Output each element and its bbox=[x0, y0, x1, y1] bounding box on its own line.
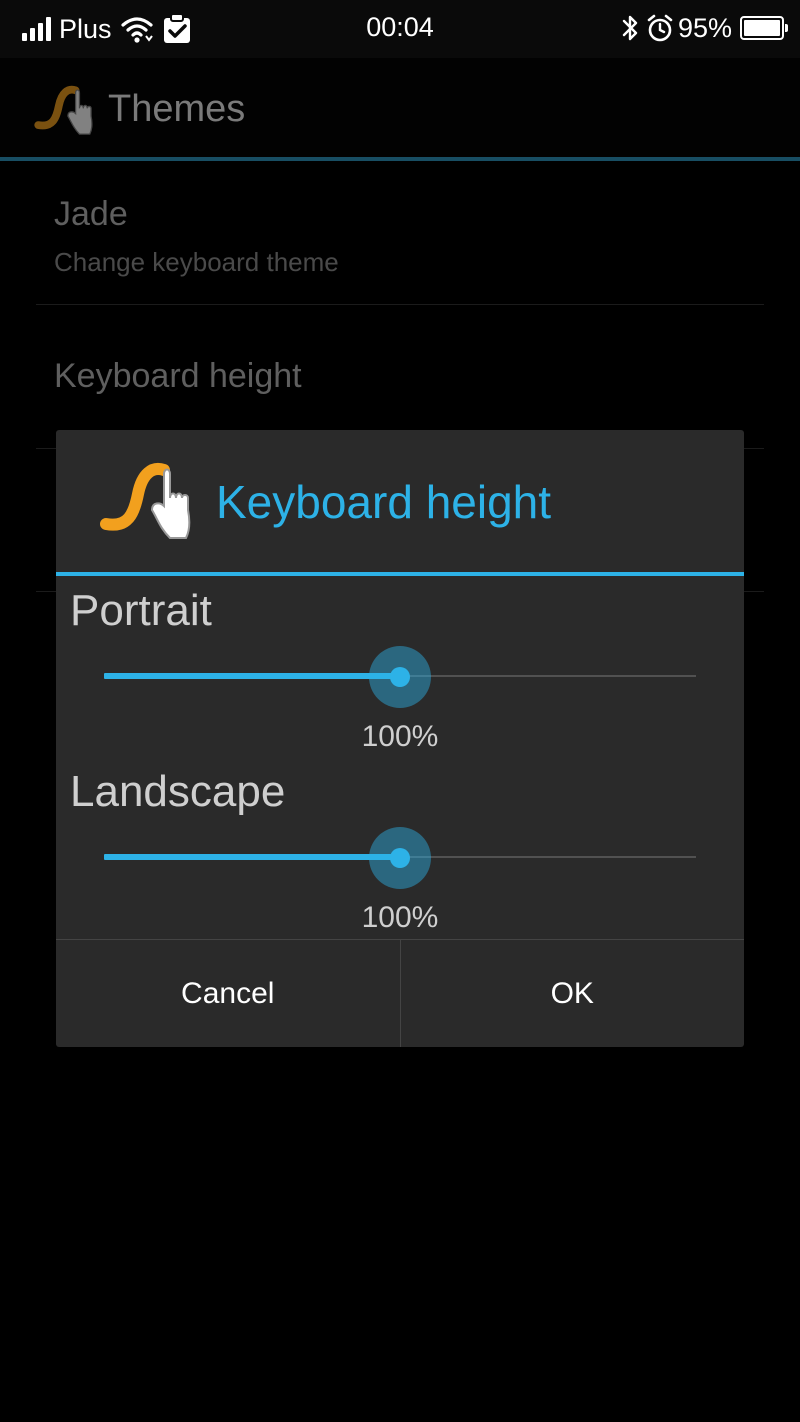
keyboard-height-dialog: Keyboard height Portrait 100% Landscape … bbox=[56, 430, 744, 1047]
landscape-label: Landscape bbox=[70, 767, 286, 816]
slider-thumb[interactable] bbox=[369, 827, 431, 889]
portrait-height-slider[interactable] bbox=[104, 646, 696, 708]
pref-title: Jade bbox=[54, 195, 128, 233]
battery-percentage: 95% bbox=[677, 12, 732, 43]
landscape-value: 100% bbox=[361, 901, 439, 934]
portrait-label: Portrait bbox=[70, 586, 212, 635]
status-bar: Plus 00:04 95% bbox=[0, 0, 800, 58]
page-title: Themes bbox=[108, 88, 246, 130]
pref-summary: Change keyboard theme bbox=[54, 247, 339, 277]
portrait-value: 100% bbox=[361, 720, 439, 753]
dialog-button-bar: Cancel OK bbox=[56, 939, 744, 1047]
battery-icon bbox=[740, 16, 788, 40]
ok-button[interactable]: OK bbox=[399, 940, 745, 1047]
pref-item-theme[interactable]: Jade Change keyboard theme bbox=[36, 161, 764, 305]
slider-fill bbox=[104, 854, 400, 860]
app-logo-icon[interactable] bbox=[32, 80, 96, 138]
pref-title: Keyboard height bbox=[54, 357, 302, 395]
dialog-header: Keyboard height bbox=[56, 430, 744, 572]
bluetooth-icon bbox=[622, 15, 638, 41]
action-bar: Themes bbox=[0, 58, 800, 158]
alarm-clock-icon bbox=[647, 14, 673, 42]
slider-fill bbox=[104, 673, 400, 679]
swipe-gesture-logo-icon bbox=[100, 463, 191, 539]
dialog-title: Keyboard height bbox=[216, 476, 552, 528]
slider-thumb[interactable] bbox=[369, 646, 431, 708]
landscape-height-slider[interactable] bbox=[104, 827, 696, 889]
pref-item-keyboard-height[interactable]: Keyboard height bbox=[36, 305, 764, 449]
cancel-button[interactable]: Cancel bbox=[56, 940, 400, 1047]
dialog-title-divider bbox=[56, 572, 744, 576]
